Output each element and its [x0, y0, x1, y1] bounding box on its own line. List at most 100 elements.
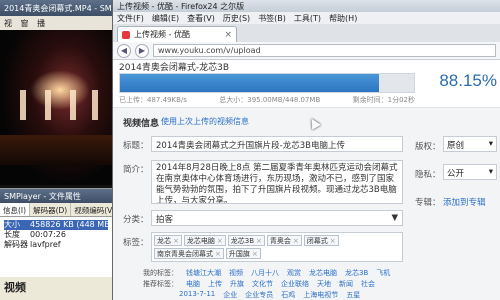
stage-light: [70, 90, 76, 120]
smplayer-menu-item[interactable]: 播: [37, 19, 45, 28]
recommended-tag-link[interactable]: 新闻: [339, 279, 353, 289]
upload-progress-bar: [119, 73, 415, 93]
smplayer-menubar: 视 窗 播: [0, 16, 112, 30]
recommended-tag-link[interactable]: 企业联络: [281, 279, 309, 289]
remove-tag-icon[interactable]: ×: [215, 250, 221, 258]
description-label: 简介：: [123, 165, 149, 175]
tag-chip[interactable]: 龙芯3B ×: [227, 235, 265, 246]
recommended-tag-link[interactable]: 五星: [346, 290, 360, 300]
rights-select[interactable]: 原创 ▾: [443, 136, 497, 152]
remove-tag-icon[interactable]: ×: [330, 237, 336, 245]
property-row[interactable]: 解码器 lavfpref: [4, 240, 108, 250]
my-tag-link[interactable]: 龙芯3B: [345, 268, 368, 278]
rights-label: 版权：: [415, 142, 441, 152]
recommended-tag-link[interactable]: 电脑: [186, 279, 200, 289]
smplayer-menu-item[interactable]: 窗: [21, 19, 29, 28]
stage-glow: [30, 70, 90, 110]
property-row[interactable]: 大小 458826 KB (448 MB): [4, 220, 108, 230]
file-properties-dialog: SMPlayer - 文件属性 信息(I) 解码器(D) 视频编码(V) 音频 …: [0, 188, 142, 300]
my-tag-link[interactable]: 龙芯电脑: [309, 268, 337, 278]
recommended-tags-label: 推荐标签：: [143, 280, 178, 288]
my-tag-link[interactable]: 钱塘江大潮: [186, 268, 221, 278]
title-input[interactable]: 2014青奥会闭幕式之升国旗片段-龙芯3B电脑上传: [151, 136, 403, 152]
my-tag-link[interactable]: 观赏: [287, 268, 301, 278]
recommended-tag-link[interactable]: 上海电视节: [303, 290, 338, 300]
navigation-bar: ◀ ▶ www.youku.com/v/upload: [113, 42, 500, 60]
menu-view[interactable]: 查看(V): [187, 13, 215, 23]
remove-tag-icon[interactable]: ×: [217, 237, 223, 245]
more-tags-row: 2013-7-11 企业 企业专员 石鸡 上海电视节 五星: [179, 290, 360, 300]
upload-page: 2014青奥会闭幕式-龙芯3B 88.15% 已上传：487.49KB/s 总大…: [113, 60, 500, 300]
properties-section-heading: 视频: [4, 281, 26, 294]
category-value: 拍客: [156, 215, 174, 225]
smplayer-titlebar: 2014青奥会闭幕式.MP4 - SMPla: [0, 0, 112, 16]
recommended-tag-link[interactable]: 天地: [317, 279, 331, 289]
remove-tag-icon[interactable]: ×: [252, 250, 258, 258]
privacy-select[interactable]: 公开 ▾: [443, 164, 497, 180]
tab-label: 上传视频 - 优酷: [134, 30, 190, 39]
tag-chip[interactable]: 龙芯 ×: [154, 235, 182, 246]
recommended-tag-link[interactable]: 2013-7-11: [179, 290, 215, 300]
tag-label: 南京青奥会闭幕式: [157, 250, 213, 258]
recommended-tag-link[interactable]: 石鸡: [281, 290, 295, 300]
property-value: 458826 KB (448 MB): [30, 220, 108, 229]
tags-input[interactable]: 龙芯 × 龙芯电脑 × 龙芯3B × 青奥会 × 闭幕式 × 南京青奥会闭幕式 × 升国旗 ×: [151, 232, 403, 262]
recommended-tag-link[interactable]: 企业专员: [245, 290, 273, 300]
add-to-album-link[interactable]: 添加到专辑: [443, 196, 486, 208]
video-info-heading: 视频信息: [123, 119, 160, 129]
tab-decoder[interactable]: 解码器(D): [30, 203, 72, 216]
tag-label: 升国旗: [228, 250, 250, 258]
smplayer-menu-item[interactable]: 视: [4, 19, 12, 28]
tab-info[interactable]: 信息(I): [0, 203, 31, 216]
stage-light: [20, 90, 26, 120]
tag-chip[interactable]: 升国旗 ×: [225, 248, 261, 259]
recommended-tags-row: 推荐标签： 电脑 上传 升旗 文化节 企业联络 天地 新闻 社会: [143, 279, 375, 289]
remove-tag-icon[interactable]: ×: [173, 237, 179, 245]
my-tag-link[interactable]: 八月十八: [251, 268, 279, 278]
recommended-tag-link[interactable]: 上传: [208, 279, 222, 289]
video-frame[interactable]: [0, 30, 112, 185]
upload-progress-fill: [120, 74, 380, 92]
menu-edit[interactable]: 编辑(E): [152, 13, 179, 23]
recommended-tag-link[interactable]: 企业: [223, 290, 237, 300]
back-button[interactable]: ◀: [117, 43, 131, 58]
upload-file-title: 2014青奥会闭幕式-龙芯3B: [119, 63, 230, 73]
stage-light: [45, 90, 51, 120]
browser-tab[interactable]: 上传视频 - 优酷 ×: [117, 26, 237, 42]
my-tag-link[interactable]: 飞机: [376, 268, 390, 278]
close-icon[interactable]: ×: [224, 30, 232, 40]
tag-label: 龙芯: [157, 237, 171, 245]
tag-chip[interactable]: 闭幕式 ×: [303, 235, 339, 246]
properties-body: 大小 458826 KB (448 MB) 长度 00:07:26 解码器 la…: [0, 217, 112, 277]
recommended-tag-link[interactable]: 升旗: [230, 279, 244, 289]
property-row[interactable]: 长度 00:07:26: [4, 230, 108, 240]
remove-tag-icon[interactable]: ×: [256, 237, 262, 245]
properties-tabs: 信息(I) 解码器(D) 视频编码(V) 音频: [0, 203, 142, 217]
tag-chip[interactable]: 南京青奥会闭幕式 ×: [154, 248, 224, 259]
upload-progress-percent: 88.15%: [439, 71, 497, 90]
tag-label: 闭幕式: [306, 237, 328, 245]
menu-history[interactable]: 历史(S): [223, 13, 250, 23]
tag-chip[interactable]: 龙芯电脑 ×: [183, 235, 226, 246]
tag-chip[interactable]: 青奥会 ×: [266, 235, 302, 246]
url-input[interactable]: www.youku.com/v/upload: [153, 44, 496, 57]
tag-label: 龙芯电脑: [186, 237, 215, 245]
firefox-menubar: 文件(F) 编辑(E) 查看(V) 历史(S) 书签(B) 工具(T) 帮助(H…: [113, 12, 500, 24]
description-textarea[interactable]: 2014年8月28日晚上8点 第二届夏季青年奥林匹克运动会闭幕式在南京奥体中心体…: [151, 160, 403, 204]
category-select[interactable]: 拍客 ▼: [151, 210, 403, 226]
forward-button[interactable]: ▶: [135, 43, 149, 58]
my-tag-link[interactable]: 视频: [229, 268, 243, 278]
my-tags-label: 我的标签：: [143, 269, 178, 277]
recommended-tag-link[interactable]: 社会: [361, 279, 375, 289]
rights-value: 原创: [447, 141, 465, 151]
reuse-info-link[interactable]: 使用上次上传的视频信息: [161, 116, 249, 127]
recommended-tag-link[interactable]: 文化节: [252, 279, 273, 289]
menu-tools[interactable]: 工具(T): [294, 13, 321, 23]
menu-bookmarks[interactable]: 书签(B): [258, 13, 286, 23]
my-tags-row: 我的标签： 钱塘江大潮 视频 八月十八 观赏 龙芯电脑 龙芯3B 飞机: [143, 268, 390, 278]
title-label: 标题：: [123, 141, 149, 151]
menu-file[interactable]: 文件(F): [117, 13, 144, 23]
menu-help[interactable]: 帮助(H): [329, 13, 357, 23]
privacy-label: 隐私：: [415, 170, 441, 180]
remove-tag-icon[interactable]: ×: [293, 237, 299, 245]
